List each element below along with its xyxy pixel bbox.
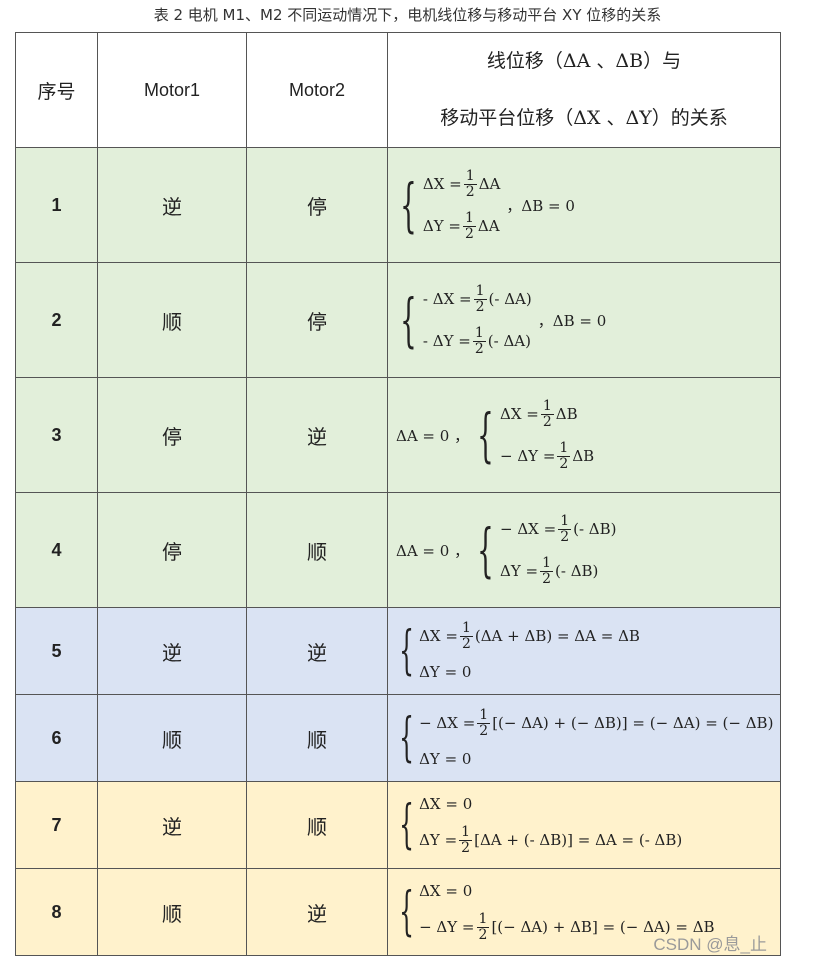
fraction-half: 12 <box>459 823 473 856</box>
formula-line1-lhs: - ΔX = <box>422 290 472 308</box>
formula-line1-rhs: ΔB <box>555 405 578 423</box>
formula-line1-rhs: (ΔA + ΔB) = ΔA = ΔB <box>474 627 640 645</box>
fraction-half: 12 <box>472 324 486 357</box>
formula-line1-rhs: [(− ΔA) + (− ΔB)] = (− ΔA) = (− ΔB) <box>492 714 774 732</box>
fraction-half: 12 <box>540 397 554 430</box>
table-row: 6 顺 顺 { − ΔX = 12 [(− ΔA) + (− ΔB)] = (−… <box>15 694 781 782</box>
relation-table: 序号 Motor1 Motor2 线位移（ΔA 、ΔB）与 移动平台位移（ΔX … <box>15 32 781 956</box>
formula-line2-lhs: ΔY = <box>500 562 539 580</box>
table-row: 3 停 逆 ΔA = 0 ， { ΔX = 12 ΔB − ΔY = 12 ΔB <box>15 377 781 493</box>
formula-line1-lhs: − ΔX = <box>500 520 557 538</box>
left-brace-icon: { <box>477 516 494 584</box>
header-relation-line2: 移动平台位移（ΔX 、ΔY）的关系 <box>440 107 728 129</box>
relation-formula: { ΔX = 0 ΔY = 12 [ΔA + (- ΔB)] = ΔA = (-… <box>387 781 781 869</box>
motor1-state: 顺 <box>97 868 247 956</box>
left-brace-icon: { <box>399 795 414 855</box>
motor1-state: 逆 <box>97 607 247 695</box>
formula-line1: ΔX = 0 <box>419 882 473 900</box>
motor2-state: 停 <box>246 262 388 378</box>
table-row: 7 逆 顺 { ΔX = 0 ΔY = 12 [ΔA + (- ΔB)] = Δ… <box>15 781 781 869</box>
formula-line2-rhs: ΔA <box>477 217 500 235</box>
motor1-state: 逆 <box>97 781 247 869</box>
formula-suffix: ，ΔB = 0 <box>537 311 607 330</box>
table-caption: 表 2 电机 M1、M2 不同运动情况下，电机线位移与移动平台 XY 位移的关系 <box>153 6 662 24</box>
motor1-state: 停 <box>97 377 247 493</box>
motor2-state: 顺 <box>246 781 388 869</box>
row-index: 4 <box>15 492 98 608</box>
formula-line2: ΔY = 0 <box>419 750 472 768</box>
formula-line2-rhs: (- ΔA) <box>487 332 531 350</box>
fraction-half: 12 <box>462 209 476 242</box>
fraction-half: 12 <box>476 910 490 943</box>
motor2-state: 停 <box>246 147 388 263</box>
formula-line2-rhs: ΔB <box>572 447 595 465</box>
table-row: 2 顺 停 { - ΔX = 12 (- ΔA) - ΔY = 12 (- ΔA… <box>15 262 781 378</box>
row-index: 8 <box>15 868 98 956</box>
table-row: 4 停 顺 ΔA = 0 ， { − ΔX = 12 (- ΔB) ΔY = 1… <box>15 492 781 608</box>
relation-formula: ΔA = 0 ， { ΔX = 12 ΔB − ΔY = 12 ΔB <box>387 377 781 493</box>
formula-line1-rhs: (- ΔB) <box>573 520 617 538</box>
row-index: 7 <box>15 781 98 869</box>
relation-formula: ΔA = 0 ， { − ΔX = 12 (- ΔB) ΔY = 12 (- Δ… <box>387 492 781 608</box>
table-row: 1 逆 停 { ΔX = 12 ΔA ΔY = 12 ΔA ，ΔB = 0 <box>15 147 781 263</box>
formula-line2-rhs: [ΔA + (- ΔB)] = ΔA = (- ΔB) <box>474 831 683 849</box>
formula-prefix: ΔA = 0 ， <box>396 426 470 445</box>
motor1-state: 顺 <box>97 694 247 782</box>
left-brace-icon: { <box>399 708 414 768</box>
fraction-half: 12 <box>473 282 487 315</box>
motor1-state: 停 <box>97 492 247 608</box>
fraction-half: 12 <box>459 619 473 652</box>
formula-line1: ΔX = 0 <box>419 795 473 813</box>
row-index: 1 <box>15 147 98 263</box>
formula-line2-lhs: ΔY = <box>422 217 461 235</box>
relation-formula: { - ΔX = 12 (- ΔA) - ΔY = 12 (- ΔA) ，ΔB … <box>387 262 781 378</box>
formula-line1-rhs: (- ΔA) <box>488 290 532 308</box>
header-motor1: Motor1 <box>97 32 247 148</box>
left-brace-icon: { <box>477 401 494 469</box>
motor2-state: 逆 <box>246 377 388 493</box>
formula-prefix: ΔA = 0 ， <box>396 541 470 560</box>
motor2-state: 顺 <box>246 492 388 608</box>
left-brace-icon: { <box>399 882 414 942</box>
header-motor2: Motor2 <box>246 32 388 148</box>
motor1-state: 顺 <box>97 262 247 378</box>
formula-line1-lhs: ΔX = <box>419 627 458 645</box>
table-row: 5 逆 逆 { ΔX = 12 (ΔA + ΔB) = ΔA = ΔB ΔY =… <box>15 607 781 695</box>
row-index: 6 <box>15 694 98 782</box>
relation-formula: { ΔX = 12 ΔA ΔY = 12 ΔA ，ΔB = 0 <box>387 147 781 263</box>
left-brace-icon: { <box>399 621 414 681</box>
left-brace-icon: { <box>400 286 417 354</box>
header-index: 序号 <box>15 32 98 148</box>
formula-line2-lhs: − ΔY = <box>419 918 475 936</box>
fraction-half: 12 <box>558 512 572 545</box>
formula-line2-lhs: ΔY = <box>419 831 458 849</box>
formula-suffix: ，ΔB = 0 <box>506 196 575 215</box>
header-row: 序号 Motor1 Motor2 线位移（ΔA 、ΔB）与 移动平台位移（ΔX … <box>15 32 781 148</box>
fraction-half: 12 <box>540 554 553 587</box>
formula-line1-lhs: ΔX = <box>422 175 462 193</box>
formula-line2-rhs: (- ΔB) <box>555 562 599 580</box>
row-index: 5 <box>15 607 98 695</box>
watermark: CSDN @息_止 <box>653 935 767 954</box>
header-relation: 线位移（ΔA 、ΔB）与 移动平台位移（ΔX 、ΔY）的关系 <box>387 32 781 148</box>
row-index: 2 <box>15 262 98 378</box>
fraction-half: 12 <box>463 167 477 200</box>
motor2-state: 逆 <box>246 607 388 695</box>
header-relation-line1: 线位移（ΔA 、ΔB）与 <box>486 50 682 72</box>
motor1-state: 逆 <box>97 147 247 263</box>
formula-line2-lhs: - ΔY = <box>422 332 471 350</box>
left-brace-icon: { <box>400 171 417 239</box>
motor2-state: 顺 <box>246 694 388 782</box>
formula-line2: ΔY = 0 <box>419 663 472 681</box>
relation-formula: { ΔX = 12 (ΔA + ΔB) = ΔA = ΔB ΔY = 0 <box>387 607 781 695</box>
relation-formula: { − ΔX = 12 [(− ΔA) + (− ΔB)] = (− ΔA) =… <box>387 694 781 782</box>
fraction-half: 12 <box>477 706 491 739</box>
formula-line2-lhs: − ΔY = <box>500 447 556 465</box>
formula-line1-lhs: ΔX = <box>500 405 539 423</box>
row-index: 3 <box>15 377 98 493</box>
formula-line1-lhs: − ΔX = <box>419 714 476 732</box>
formula-line1-rhs: ΔA <box>478 175 501 193</box>
motor2-state: 逆 <box>246 868 388 956</box>
fraction-half: 12 <box>557 439 571 472</box>
